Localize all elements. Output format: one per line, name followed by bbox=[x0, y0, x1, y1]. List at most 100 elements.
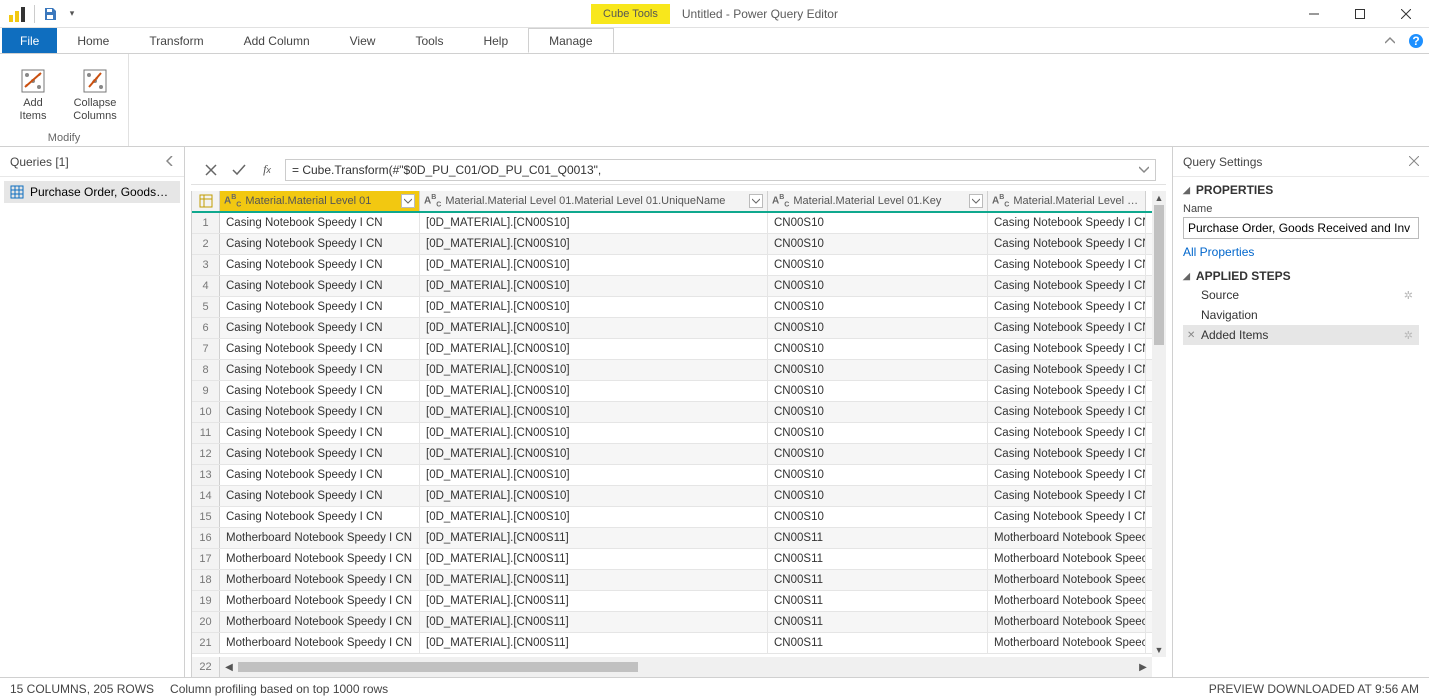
cell[interactable]: CN00S11 bbox=[768, 612, 988, 632]
cell[interactable]: CN00S10 bbox=[768, 255, 988, 275]
cell[interactable]: Motherboard Notebook Speedy I CN bbox=[220, 570, 420, 590]
table-row[interactable]: 21Motherboard Notebook Speedy I CN[0D_MA… bbox=[192, 633, 1152, 654]
window-close-button[interactable] bbox=[1383, 0, 1429, 28]
rownum-header[interactable] bbox=[192, 191, 220, 211]
table-row[interactable]: 9Casing Notebook Speedy I CN[0D_MATERIAL… bbox=[192, 381, 1152, 402]
add-items-button[interactable]: Add Items bbox=[8, 58, 58, 132]
horizontal-scroll-thumb[interactable] bbox=[238, 662, 638, 672]
cell[interactable]: Casing Notebook Speedy I CN bbox=[220, 465, 420, 485]
cell[interactable]: [0D_MATERIAL].[CN00S10] bbox=[420, 402, 768, 422]
cell[interactable]: [0D_MATERIAL].[CN00S10] bbox=[420, 381, 768, 401]
table-row[interactable]: 20Motherboard Notebook Speedy I CN[0D_MA… bbox=[192, 612, 1152, 633]
help-icon[interactable]: ? bbox=[1403, 28, 1429, 53]
cell[interactable]: Motherboard Notebook Speec bbox=[988, 612, 1146, 632]
cell[interactable]: CN00S11 bbox=[768, 591, 988, 611]
cell[interactable]: Casing Notebook Speedy I CN bbox=[988, 318, 1146, 338]
cell[interactable]: Casing Notebook Speedy I CN bbox=[988, 234, 1146, 254]
cell[interactable]: [0D_MATERIAL].[CN00S10] bbox=[420, 465, 768, 485]
cell[interactable]: CN00S10 bbox=[768, 234, 988, 254]
gear-icon[interactable]: ✲ bbox=[1404, 329, 1413, 342]
cell[interactable]: CN00S10 bbox=[768, 507, 988, 527]
column-header-4[interactable]: ABC Material.Material Level 01.M bbox=[988, 191, 1146, 211]
applied-step-source[interactable]: Source ✲ bbox=[1183, 285, 1419, 305]
table-row[interactable]: 11Casing Notebook Speedy I CN[0D_MATERIA… bbox=[192, 423, 1152, 444]
cell[interactable]: Casing Notebook Speedy I CN bbox=[220, 507, 420, 527]
tab-add-column[interactable]: Add Column bbox=[224, 28, 330, 53]
horizontal-scrollbar[interactable]: ◀ ▶ bbox=[220, 657, 1152, 677]
cell[interactable]: Motherboard Notebook Speedy I CN bbox=[220, 633, 420, 653]
table-row[interactable]: 1Casing Notebook Speedy I CN[0D_MATERIAL… bbox=[192, 213, 1152, 234]
cell[interactable]: [0D_MATERIAL].[CN00S11] bbox=[420, 633, 768, 653]
cell[interactable]: [0D_MATERIAL].[CN00S10] bbox=[420, 234, 768, 254]
tab-file[interactable]: File bbox=[2, 28, 57, 53]
cell[interactable]: Casing Notebook Speedy I CN bbox=[988, 507, 1146, 527]
table-row[interactable]: 4Casing Notebook Speedy I CN[0D_MATERIAL… bbox=[192, 276, 1152, 297]
cell[interactable]: CN00S10 bbox=[768, 360, 988, 380]
cell[interactable]: Casing Notebook Speedy I CN bbox=[220, 339, 420, 359]
cell[interactable]: Casing Notebook Speedy I CN bbox=[988, 402, 1146, 422]
query-list-item[interactable]: Purchase Order, Goods… bbox=[4, 181, 180, 203]
cell[interactable]: Casing Notebook Speedy I CN bbox=[220, 318, 420, 338]
cell[interactable]: Casing Notebook Speedy I CN bbox=[220, 234, 420, 254]
cell[interactable]: CN00S11 bbox=[768, 570, 988, 590]
collapse-columns-button[interactable]: Collapse Columns bbox=[70, 58, 120, 132]
tab-home[interactable]: Home bbox=[57, 28, 129, 53]
cell[interactable]: CN00S10 bbox=[768, 444, 988, 464]
cell[interactable]: Casing Notebook Speedy I CN bbox=[988, 339, 1146, 359]
cell[interactable]: CN00S10 bbox=[768, 402, 988, 422]
cell[interactable]: Motherboard Notebook Speec bbox=[988, 633, 1146, 653]
cell[interactable]: Casing Notebook Speedy I CN bbox=[220, 381, 420, 401]
cell[interactable]: [0D_MATERIAL].[CN00S10] bbox=[420, 339, 768, 359]
column-filter-button[interactable] bbox=[969, 194, 983, 208]
cell[interactable]: CN00S10 bbox=[768, 276, 988, 296]
cell[interactable]: [0D_MATERIAL].[CN00S10] bbox=[420, 423, 768, 443]
queries-pane-collapse-button[interactable] bbox=[166, 155, 174, 169]
table-row[interactable]: 16Motherboard Notebook Speedy I CN[0D_MA… bbox=[192, 528, 1152, 549]
cell[interactable]: Casing Notebook Speedy I CN bbox=[220, 297, 420, 317]
cell[interactable]: [0D_MATERIAL].[CN00S10] bbox=[420, 318, 768, 338]
cell[interactable]: [0D_MATERIAL].[CN00S10] bbox=[420, 486, 768, 506]
cell[interactable]: [0D_MATERIAL].[CN00S10] bbox=[420, 255, 768, 275]
applied-step-navigation[interactable]: Navigation bbox=[1183, 305, 1419, 325]
column-header-1[interactable]: ABC Material.Material Level 01 bbox=[220, 191, 420, 211]
table-row[interactable]: 6Casing Notebook Speedy I CN[0D_MATERIAL… bbox=[192, 318, 1152, 339]
scroll-left-arrow-icon[interactable]: ◀ bbox=[220, 659, 238, 675]
vertical-scrollbar[interactable]: ▲ ▼ bbox=[1152, 191, 1166, 657]
cell[interactable]: [0D_MATERIAL].[CN00S11] bbox=[420, 570, 768, 590]
cell[interactable]: Motherboard Notebook Speec bbox=[988, 570, 1146, 590]
window-maximize-button[interactable] bbox=[1337, 0, 1383, 28]
delete-step-icon[interactable]: ✕ bbox=[1187, 330, 1195, 341]
cell[interactable]: Motherboard Notebook Speedy I CN bbox=[220, 591, 420, 611]
table-row[interactable]: 14Casing Notebook Speedy I CN[0D_MATERIA… bbox=[192, 486, 1152, 507]
cell[interactable]: [0D_MATERIAL].[CN00S10] bbox=[420, 444, 768, 464]
cell[interactable]: Motherboard Notebook Speedy I CN bbox=[220, 612, 420, 632]
cell[interactable]: CN00S10 bbox=[768, 318, 988, 338]
table-row[interactable]: 17Motherboard Notebook Speedy I CN[0D_MA… bbox=[192, 549, 1152, 570]
cell[interactable]: [0D_MATERIAL].[CN00S11] bbox=[420, 612, 768, 632]
scroll-down-arrow-icon[interactable]: ▼ bbox=[1152, 643, 1166, 657]
qat-customize-dropdown[interactable]: ▾ bbox=[61, 3, 83, 25]
cell[interactable]: [0D_MATERIAL].[CN00S10] bbox=[420, 507, 768, 527]
tab-manage[interactable]: Manage bbox=[528, 28, 613, 53]
table-row[interactable]: 19Motherboard Notebook Speedy I CN[0D_MA… bbox=[192, 591, 1152, 612]
cell[interactable]: Casing Notebook Speedy I CN bbox=[220, 402, 420, 422]
window-minimize-button[interactable] bbox=[1291, 0, 1337, 28]
fx-icon[interactable]: fx bbox=[257, 160, 277, 180]
tab-help[interactable]: Help bbox=[463, 28, 528, 53]
table-row[interactable]: 7Casing Notebook Speedy I CN[0D_MATERIAL… bbox=[192, 339, 1152, 360]
cell[interactable]: Casing Notebook Speedy I CN bbox=[988, 444, 1146, 464]
cell[interactable]: [0D_MATERIAL].[CN00S10] bbox=[420, 360, 768, 380]
applied-step-added-items[interactable]: ✕ Added Items ✲ bbox=[1183, 325, 1419, 345]
cell[interactable]: Motherboard Notebook Speedy I CN bbox=[220, 549, 420, 569]
query-name-input[interactable] bbox=[1183, 217, 1419, 239]
column-filter-button[interactable] bbox=[401, 194, 415, 208]
tab-transform[interactable]: Transform bbox=[129, 28, 223, 53]
cell[interactable]: [0D_MATERIAL].[CN00S10] bbox=[420, 213, 768, 233]
column-header-2[interactable]: ABC Material.Material Level 01.Material … bbox=[420, 191, 768, 211]
all-properties-link[interactable]: All Properties bbox=[1183, 245, 1254, 259]
tab-view[interactable]: View bbox=[330, 28, 396, 53]
formula-input[interactable]: = Cube.Transform(#"$0D_PU_C01/OD_PU_C01_… bbox=[285, 159, 1156, 181]
cell[interactable]: CN00S11 bbox=[768, 633, 988, 653]
cell[interactable]: Casing Notebook Speedy I CN bbox=[988, 297, 1146, 317]
table-row[interactable]: 15Casing Notebook Speedy I CN[0D_MATERIA… bbox=[192, 507, 1152, 528]
